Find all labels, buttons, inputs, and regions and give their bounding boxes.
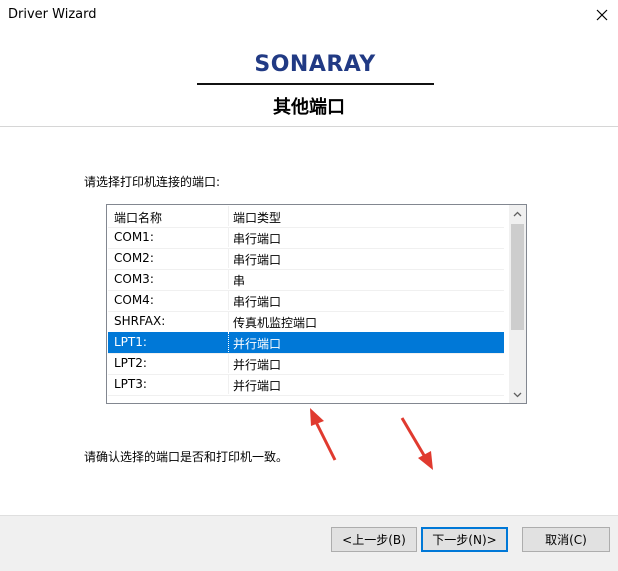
list-item[interactable]: SHRFAX: 传真机监控端口 xyxy=(108,311,504,333)
column-header-port-name[interactable]: 端口名称 xyxy=(114,209,162,226)
port-name: LPT1: xyxy=(114,335,147,349)
port-type: 串行端口 xyxy=(233,295,282,309)
port-name: LPT2: xyxy=(114,356,147,370)
header-divider xyxy=(0,126,618,127)
port-name: COM4: xyxy=(114,293,154,307)
title-bar: Driver Wizard xyxy=(0,0,618,30)
port-type: 并行端口 xyxy=(233,379,282,393)
chevron-down-icon xyxy=(513,392,522,397)
brand-logo: SONARAY xyxy=(254,52,376,77)
close-button[interactable] xyxy=(586,0,618,30)
window-title: Driver Wizard xyxy=(8,7,97,22)
vertical-scrollbar[interactable] xyxy=(509,205,526,403)
port-type: 传真机监控端口 xyxy=(233,316,318,330)
port-type: 串 xyxy=(233,274,246,288)
list-item[interactable]: COM2: 串行端口 xyxy=(108,248,504,270)
list-item-selected[interactable]: LPT1: 并行端口 xyxy=(108,332,504,354)
list-item[interactable]: LPT2: 并行端口 xyxy=(108,353,504,375)
port-type: 串行端口 xyxy=(233,232,282,246)
close-icon xyxy=(596,9,608,21)
cancel-button[interactable]: 取消(C) xyxy=(522,527,610,552)
back-button[interactable]: <上一步(B) xyxy=(331,527,417,552)
list-item[interactable]: COM3: 串 xyxy=(108,269,504,291)
red-arrow-icon xyxy=(310,408,337,461)
port-name: SHRFAX: xyxy=(114,314,166,328)
next-button[interactable]: 下一步(N)> xyxy=(421,527,508,552)
port-name: LPT3: xyxy=(114,377,147,391)
scroll-down-button[interactable] xyxy=(509,386,526,403)
column-header-port-type[interactable]: 端口类型 xyxy=(233,209,281,226)
port-type: 并行端口 xyxy=(233,358,282,372)
confirm-note: 请确认选择的端口是否和打印机一致。 xyxy=(84,450,289,464)
scroll-up-button[interactable] xyxy=(509,205,526,222)
port-name: COM3: xyxy=(114,272,154,286)
port-name: COM2: xyxy=(114,251,154,265)
list-item[interactable]: COM1: 串行端口 xyxy=(108,227,504,249)
port-name: COM1: xyxy=(114,230,154,244)
scrollbar-thumb[interactable] xyxy=(511,224,524,330)
logo-underline xyxy=(197,83,434,85)
port-type: 串行端口 xyxy=(233,253,282,267)
port-list[interactable]: 端口名称 端口类型 COM1: 串行端口 COM2: 串行端口 COM3: 串 … xyxy=(106,204,527,404)
port-prompt-label: 请选择打印机连接的端口: xyxy=(84,175,221,189)
page-title: 其他端口 xyxy=(273,97,345,118)
red-arrow-icon xyxy=(400,417,433,470)
list-item[interactable]: LPT3: 并行端口 xyxy=(108,374,504,396)
list-item[interactable]: COM4: 串行端口 xyxy=(108,290,504,312)
port-type: 并行端口 xyxy=(233,337,282,351)
chevron-up-icon xyxy=(513,211,522,216)
list-header: 端口名称 端口类型 xyxy=(108,206,504,228)
